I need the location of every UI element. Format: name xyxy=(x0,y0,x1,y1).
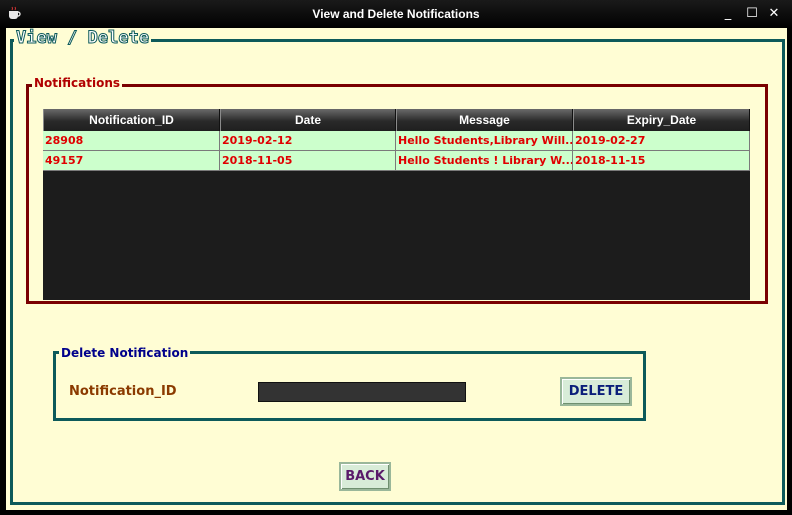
column-header-message[interactable]: Message xyxy=(396,109,573,131)
table-header: Notification_ID Date Message Expiry_Date xyxy=(43,109,750,131)
cell-notification-id: 28908 xyxy=(43,131,220,150)
window-title: View and Delete Notifications xyxy=(312,7,480,21)
notifications-title: Notifications xyxy=(32,76,123,90)
maximize-button[interactable]: ☐ xyxy=(743,5,761,23)
cell-expiry-date: 2018-11-15 xyxy=(573,151,750,170)
cell-expiry-date: 2019-02-27 xyxy=(573,131,750,150)
cell-message: Hello Students ! Library W... xyxy=(396,151,573,170)
close-button[interactable]: ✕ xyxy=(765,5,783,23)
panel-title: View / Delete xyxy=(14,28,152,49)
column-header-expiry-date[interactable]: Expiry_Date xyxy=(573,109,750,131)
notifications-table[interactable]: Notification_ID Date Message Expiry_Date… xyxy=(43,109,750,300)
title-bar: View and Delete Notifications _ ☐ ✕ xyxy=(0,0,792,28)
delete-button[interactable]: DELETE xyxy=(560,377,632,406)
table-row[interactable]: 28908 2019-02-12 Hello Students,Library … xyxy=(43,131,750,151)
cell-message: Hello Students,Library Will... xyxy=(396,131,573,150)
minimize-button[interactable]: _ xyxy=(719,5,737,23)
cell-date: 2018-11-05 xyxy=(220,151,396,170)
notification-id-input[interactable] xyxy=(258,382,466,402)
notification-id-label: Notification_ID xyxy=(69,384,177,399)
delete-notification-title: Delete Notification xyxy=(59,346,191,360)
cell-date: 2019-02-12 xyxy=(220,131,396,150)
main-content: View / Delete Notifications Notification… xyxy=(6,28,787,510)
column-header-date[interactable]: Date xyxy=(220,109,396,131)
column-header-notification-id[interactable]: Notification_ID xyxy=(43,109,220,131)
table-row[interactable]: 49157 2018-11-05 Hello Students ! Librar… xyxy=(43,151,750,171)
back-button[interactable]: BACK xyxy=(339,462,391,491)
cell-notification-id: 49157 xyxy=(43,151,220,170)
